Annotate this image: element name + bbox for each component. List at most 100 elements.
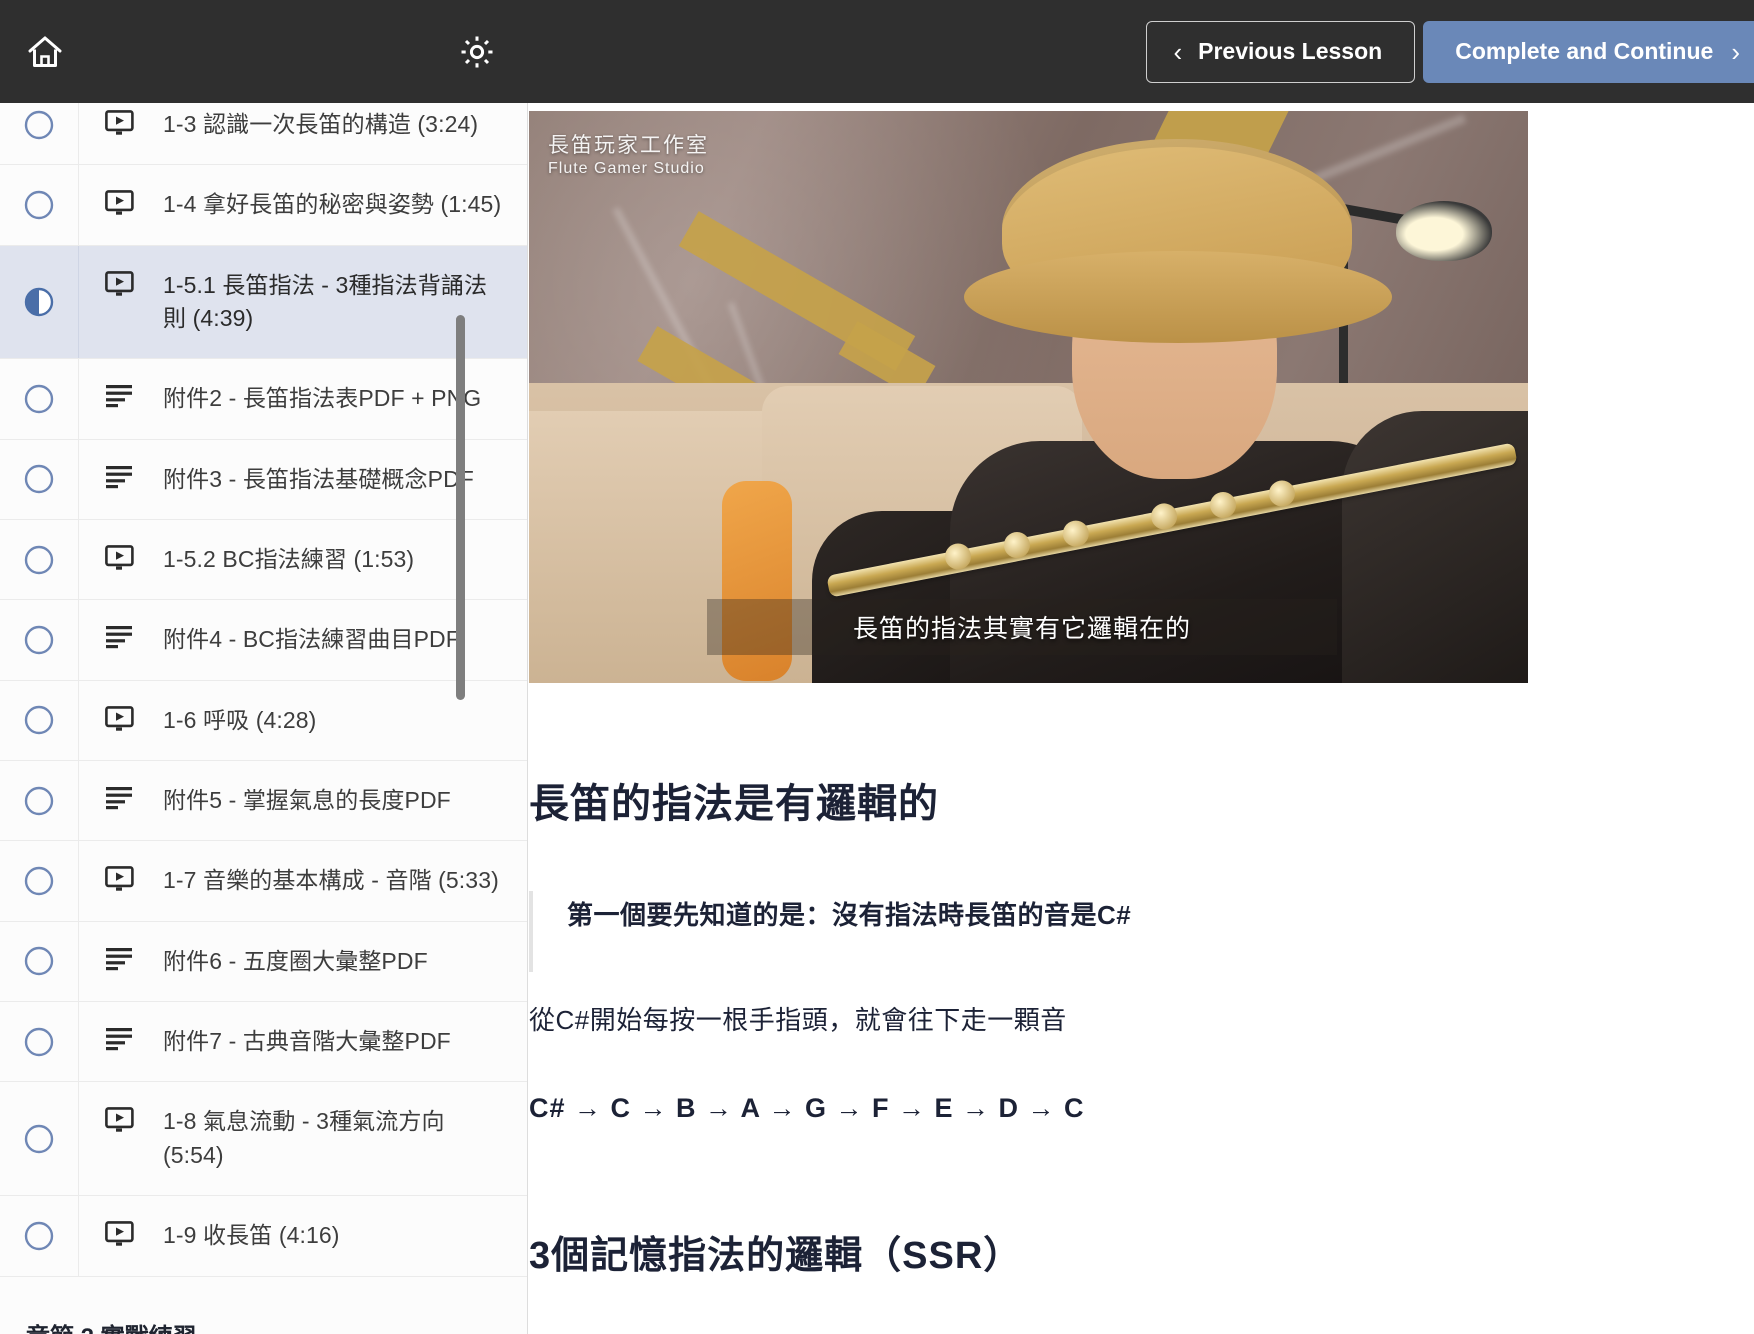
lesson-label: 1-9 收長笛 (4:16) (163, 1222, 340, 1249)
list-item[interactable]: 附件4 - BC指法練習曲目PDF (0, 600, 527, 681)
quote-block: 第一個要先知道的是：沒有指法時長笛的音是C# (529, 891, 1694, 972)
list-item-active[interactable]: 1-5.1 長笛指法 - 3種指法背誦法則 (4:39) (0, 245, 527, 360)
circle-empty-icon (24, 947, 54, 976)
lesson-list: 1-3 認識一次長笛的構造 (3:24) 1-4 拿好長笛的秘密與姿勢 (1:4… (0, 103, 527, 1334)
lesson-content: 長笛玩家工作室 Flute Gamer Studio 長笛的指法其實有它邏輯在的… (529, 103, 1754, 1334)
section-header: 章節 2 實戰練習 (0, 1276, 527, 1334)
complete-and-continue-label: Complete and Continue (1455, 38, 1714, 64)
lesson-label: 1-6 呼吸 (4:28) (163, 706, 317, 733)
lesson-label: 1-5.2 BC指法練習 (1:53) (163, 546, 415, 573)
list-item[interactable]: 1-7 音樂的基本構成 - 音階 (5:33) (0, 841, 527, 922)
body-paragraph: 從C#開始每按一根手指頭，就會往下走一顆音 (529, 1005, 1067, 1035)
quote-text: 第一個要先知道的是：沒有指法時長笛的音是C# (567, 900, 1132, 930)
topbar-left-group (0, 0, 528, 103)
circle-empty-icon (24, 706, 54, 735)
lesson-label: 1-4 拿好長笛的秘密與姿勢 (1:45) (163, 191, 502, 218)
list-item[interactable]: 1-5.2 BC指法練習 (1:53) (0, 520, 527, 601)
previous-lesson-button[interactable]: ‹ Previous Lesson (1146, 20, 1416, 83)
video-icon (105, 270, 137, 302)
video-frame: 長笛玩家工作室 Flute Gamer Studio 長笛的指法其實有它邏輯在的 (529, 111, 1528, 683)
circle-empty-icon (24, 866, 54, 896)
lesson-status[interactable] (0, 245, 79, 359)
lesson-body: 1-7 音樂的基本構成 - 音階 (5:33) (79, 841, 527, 920)
text-icon (105, 384, 137, 413)
page-title: 長笛的指法是有邏輯的 (529, 782, 939, 826)
list-item[interactable]: 附件3 - 長笛指法基礎概念PDF (0, 439, 527, 521)
lesson-label: 附件6 - 五度圈大彙整PDF (163, 947, 428, 974)
lesson-status[interactable] (0, 520, 79, 600)
list-item[interactable]: 1-9 收長笛 (4:16) (0, 1196, 527, 1277)
video-icon (105, 1221, 137, 1252)
lesson-status[interactable] (0, 359, 79, 439)
lesson-body: 附件6 - 五度圈大彙整PDF (79, 922, 527, 1001)
complete-and-continue-button[interactable]: Complete and Continue › (1423, 20, 1754, 83)
circle-empty-icon (24, 465, 54, 494)
video-icon (105, 866, 137, 897)
home-icon[interactable] (22, 29, 68, 75)
lesson-status[interactable] (0, 841, 79, 921)
list-item[interactable]: 1-3 認識一次長笛的構造 (3:24) (0, 103, 527, 166)
topbar-right-group: ‹ Previous Lesson Complete and Continue … (528, 0, 1754, 103)
lesson-body: 附件7 - 古典音階大彙整PDF (79, 1002, 527, 1081)
circle-empty-icon (24, 1027, 54, 1056)
section-subheading: 3個記憶指法的邏輯（SSR） (529, 1235, 1023, 1277)
lesson-status[interactable] (0, 1002, 79, 1082)
lesson-label: 1-8 氣息流動 - 3種氣流方向 (5:54) (163, 1108, 445, 1168)
lesson-status[interactable] (0, 439, 79, 520)
video-watermark: 長笛玩家工作室 Flute Gamer Studio (548, 133, 709, 179)
gear-icon[interactable] (454, 29, 500, 75)
circle-empty-icon (24, 625, 54, 655)
lesson-label: 附件4 - BC指法練習曲目PDF (163, 626, 460, 653)
lesson-label: 附件5 - 掌握氣息的長度PDF (163, 787, 451, 814)
list-item[interactable]: 1-8 氣息流動 - 3種氣流方向 (5:54) (0, 1082, 527, 1197)
lesson-status[interactable] (0, 1196, 79, 1276)
video-subtitle: 長笛的指法其實有它邏輯在的 (707, 599, 1337, 655)
sidebar-scrollbar[interactable] (456, 315, 465, 700)
note-sequence: C# → C → B → A → G → F → E → D → C (529, 1093, 1085, 1123)
lesson-label: 附件3 - 長笛指法基礎概念PDF (163, 465, 474, 492)
circle-empty-icon (24, 1124, 54, 1154)
chevron-left-icon: ‹ (1173, 36, 1183, 67)
list-item[interactable]: 1-4 拿好長笛的秘密與姿勢 (1:45) (0, 165, 527, 246)
list-item[interactable]: 附件7 - 古典音階大彙整PDF (0, 1002, 527, 1083)
lesson-body: 1-4 拿好長笛的秘密與姿勢 (1:45) (79, 165, 527, 244)
text-icon (105, 1027, 137, 1056)
lesson-video-player[interactable]: 長笛玩家工作室 Flute Gamer Studio 長笛的指法其實有它邏輯在的 (529, 111, 1528, 683)
list-item[interactable]: 附件5 - 掌握氣息的長度PDF (0, 761, 527, 842)
list-item[interactable]: 1-6 呼吸 (4:28) (0, 680, 527, 762)
lesson-status[interactable] (0, 921, 79, 1002)
circle-empty-icon (24, 545, 54, 574)
course-player-page: 1-3 認識一次長笛的構造 (3:24) 1-4 拿好長笛的秘密與姿勢 (1:4… (0, 0, 1754, 1334)
circle-empty-icon (24, 190, 54, 220)
text-icon (105, 786, 137, 815)
chevron-right-icon: › (1731, 36, 1740, 67)
lesson-status[interactable] (0, 761, 79, 841)
lesson-status[interactable] (0, 600, 79, 680)
sidebar-scroll-area[interactable]: 1-3 認識一次長笛的構造 (3:24) 1-4 拿好長笛的秘密與姿勢 (1:4… (0, 103, 527, 1334)
video-icon (105, 190, 137, 221)
lesson-status[interactable] (0, 680, 79, 761)
lesson-status[interactable] (0, 103, 79, 165)
text-icon (105, 465, 137, 494)
lesson-body: 附件5 - 掌握氣息的長度PDF (79, 761, 527, 840)
video-icon (105, 1107, 137, 1138)
list-item[interactable]: 附件6 - 五度圈大彙整PDF (0, 921, 527, 1003)
circle-empty-icon (24, 1221, 54, 1251)
lesson-article: 長笛的指法是有邏輯的 第一個要先知道的是：沒有指法時長笛的音是C# 從C#開始每… (529, 683, 1754, 1279)
lesson-status[interactable] (0, 165, 79, 245)
video-icon (105, 110, 137, 141)
previous-lesson-label: Previous Lesson (1198, 38, 1383, 64)
watermark-cn: 長笛玩家工作室 (548, 134, 709, 157)
circle-empty-icon (24, 110, 54, 139)
lesson-label: 附件7 - 古典音階大彙整PDF (163, 1028, 451, 1055)
lesson-body: 1-8 氣息流動 - 3種氣流方向 (5:54) (79, 1082, 527, 1195)
lesson-label: 附件2 - 長笛指法表PDF + PNG (163, 385, 482, 412)
lesson-body: 1-9 收長笛 (4:16) (79, 1196, 527, 1275)
lesson-label: 1-3 認識一次長笛的構造 (3:24) (163, 111, 479, 137)
circle-empty-icon (24, 786, 54, 815)
lesson-label: 1-7 音樂的基本構成 - 音階 (5:33) (163, 867, 499, 894)
lesson-status[interactable] (0, 1082, 79, 1196)
list-item[interactable]: 附件2 - 長笛指法表PDF + PNG (0, 359, 527, 440)
lesson-body: 1-3 認識一次長笛的構造 (3:24) (79, 103, 527, 164)
text-icon (105, 947, 137, 976)
